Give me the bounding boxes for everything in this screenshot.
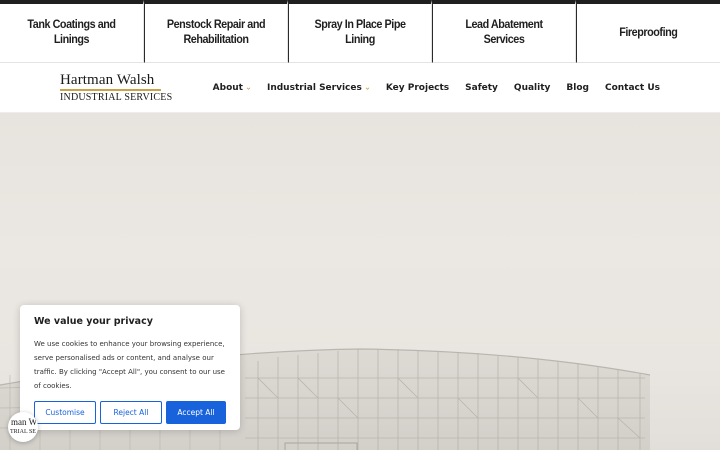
- customise-button[interactable]: Customise: [34, 401, 96, 424]
- accept-all-button[interactable]: Accept All: [165, 401, 227, 424]
- chevron-down-icon: [246, 86, 251, 90]
- revisit-logo-line1: man W: [11, 417, 38, 427]
- logo-name: Hartman Walsh: [60, 72, 155, 88]
- nav-quality[interactable]: Quality: [514, 83, 550, 93]
- cookie-description: We use cookies to enhance your browsing …: [34, 340, 225, 390]
- nav-about[interactable]: About: [213, 83, 251, 93]
- nav-contact-us[interactable]: Contact Us: [605, 83, 660, 93]
- cookie-actions: Customise Reject All Accept All: [34, 401, 227, 424]
- nav-safety[interactable]: Safety: [465, 83, 498, 93]
- service-bar: Tank Coatings and Linings Penstock Repai…: [0, 0, 720, 63]
- nav-label: Industrial Services: [266, 83, 362, 93]
- logo-tagline: INDUSTRIAL SERVICES: [60, 92, 173, 103]
- service-link-label: Penstock Repair and Rehabilitation: [166, 17, 266, 46]
- cookie-revisit-badge[interactable]: man W TRIAL SE: [8, 412, 38, 442]
- service-link-lead-abatement[interactable]: Lead Abatement Services: [432, 0, 576, 63]
- nav-label: Blog: [566, 83, 589, 93]
- site-logo[interactable]: Hartman Walsh INDUSTRIAL SERVICES: [60, 72, 173, 103]
- service-link-label: Tank Coatings and Linings: [27, 17, 116, 46]
- service-link-penstock-repair[interactable]: Penstock Repair and Rehabilitation: [144, 0, 288, 63]
- cookie-consent-dialog: We value your privacy We use cookies to …: [20, 305, 240, 430]
- site-header: Hartman Walsh INDUSTRIAL SERVICES About …: [0, 63, 720, 113]
- nav-label: Key Projects: [385, 83, 450, 93]
- nav-label: About: [212, 83, 243, 93]
- nav-label: Safety: [465, 83, 498, 93]
- main-nav: About Industrial Services Key Projects S…: [213, 63, 660, 113]
- service-link-label: Spray In Place Pipe Lining: [314, 17, 406, 46]
- service-link-label: Lead Abatement Services: [465, 17, 543, 46]
- nav-blog[interactable]: Blog: [566, 83, 589, 93]
- nav-industrial-services[interactable]: Industrial Services: [267, 83, 370, 93]
- service-link-fireproofing[interactable]: Fireproofing: [576, 0, 720, 63]
- chevron-down-icon: [365, 86, 370, 90]
- nav-key-projects[interactable]: Key Projects: [386, 83, 449, 93]
- service-link-tank-coatings[interactable]: Tank Coatings and Linings: [0, 0, 144, 63]
- service-link-label: Fireproofing: [619, 24, 678, 39]
- revisit-logo-line2: TRIAL SE: [10, 429, 36, 435]
- logo-divider: [60, 89, 161, 91]
- cookie-title: We value your privacy: [34, 316, 153, 327]
- service-link-pipe-lining[interactable]: Spray In Place Pipe Lining: [288, 0, 432, 63]
- nav-label: Contact Us: [604, 83, 660, 93]
- reject-all-button[interactable]: Reject All: [99, 401, 162, 424]
- nav-label: Quality: [513, 83, 551, 93]
